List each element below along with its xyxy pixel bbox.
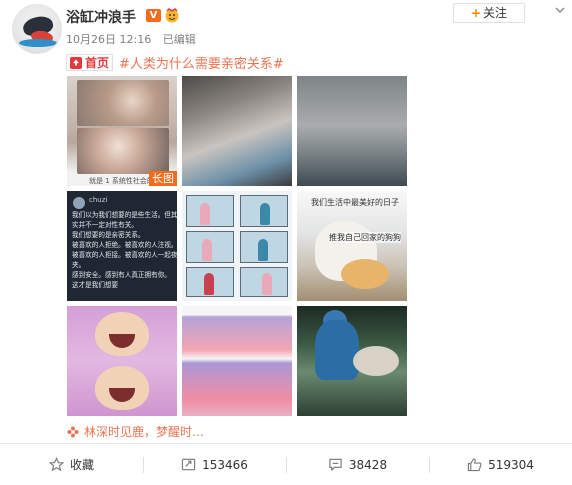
edited-label: 已编辑 [162,33,196,46]
image-text-line: 感到安全。感到有人真正拥有你。 [72,271,171,279]
comic-figure [204,273,214,295]
grid-image-6[interactable]: 我们生活中最美好的日子 推我自己回家的狗狗 [297,191,407,301]
avatar [73,197,85,209]
comment-button[interactable]: 38428 [286,444,429,485]
image-text-line: 这才是我们想要 [72,281,119,289]
post-time[interactable]: 10月26日 12:16 [66,33,151,46]
grid-image-8[interactable] [182,306,292,416]
follow-button[interactable]: + 关注 [453,3,525,23]
avatar[interactable] [12,4,62,54]
like-button[interactable]: 519304 [429,444,572,485]
star-icon [48,457,64,472]
grid-image-2[interactable] [182,76,292,186]
thumbs-up-icon [467,458,482,472]
post-meta: 10月26日 12:16 已编辑 [66,31,204,47]
post-text: 首页 #人类为什么需要亲密关系# [66,53,284,72]
grid-image-9[interactable] [297,306,407,416]
grid-image-4[interactable]: chuzi 我们以为我们想要的是些生活。但其 实并不一定对性有关。 我们想要的是… [67,191,177,301]
comment-count: 38428 [348,457,388,472]
vip-badge-icon: V [146,9,161,22]
repost-count: 153466 [202,457,248,472]
long-image-badge: 长图 [149,171,177,186]
follow-label: 关注 [483,6,508,20]
comic-figure [262,273,272,295]
comic-figure [202,239,212,261]
grid-image-3[interactable] [297,76,407,186]
comic-figure [260,203,270,225]
image-grid: 就是 1 系统性社会的思考 长图 chuzi 我们以为我们想要的是些生活。但其 … [67,76,408,417]
grid-image-1[interactable]: 就是 1 系统性社会的思考 长图 [67,76,177,186]
image-panel [77,80,169,126]
action-bar: 收藏 153466 38428 519304 [0,443,572,485]
source-text: 林深时见鹿，梦醒时… [84,425,205,439]
grid-image-7[interactable] [67,306,177,416]
comic-figure [200,203,210,225]
home-icon [70,56,82,69]
image-text-line: 被喜欢的人拒绝。被喜欢的人注视。 [72,241,177,249]
avatar-shape [19,39,57,47]
cartoon-face [95,312,149,356]
crown-icon [165,8,179,23]
image-panel [77,128,169,174]
chevron-down-icon[interactable] [554,4,566,16]
source-link[interactable]: 林深时见鹿，梦醒时… [67,423,204,440]
plus-icon: + [470,6,482,20]
username[interactable]: 浴缸冲浪手 [66,7,136,27]
comic-figure [258,239,268,261]
image-title: 我们生活中最美好的日子 [311,198,399,207]
home-tag[interactable]: 首页 [66,54,114,71]
mouth-shape [109,334,135,348]
favorite-label: 收藏 [69,458,94,472]
hashtag-link[interactable]: #人类为什么需要亲密关系# [119,53,284,72]
image-overlay-text: 推我自己回家的狗狗 [329,232,401,243]
like-count: 519304 [488,457,534,472]
cartoon-face [95,366,149,410]
repost-icon [181,458,196,471]
comic-frame [186,195,234,227]
home-tag-label: 首页 [85,56,110,70]
image-text-line: 被喜欢的人拒接。被喜欢的人一起夜 [72,251,177,259]
image-text-line: 夹。 [72,261,86,269]
repost-button[interactable]: 153466 [143,444,286,485]
image-text-line: 我们以为我们想要的是些生活。但其 [72,211,177,219]
mouth-shape [109,388,135,402]
image-text-line: 实并不一定对性有关。 [72,221,138,229]
grid-image-5[interactable] [182,191,292,301]
comment-icon [329,458,342,472]
animal-shape [353,346,399,376]
person-body [315,320,359,380]
image-user-handle: chuzi [89,196,108,204]
favorite-button[interactable]: 收藏 [0,444,143,485]
flower-icon [67,426,79,437]
cat-shape [341,259,389,289]
image-text-line: 我们想要的是亲密关系。 [72,231,145,239]
